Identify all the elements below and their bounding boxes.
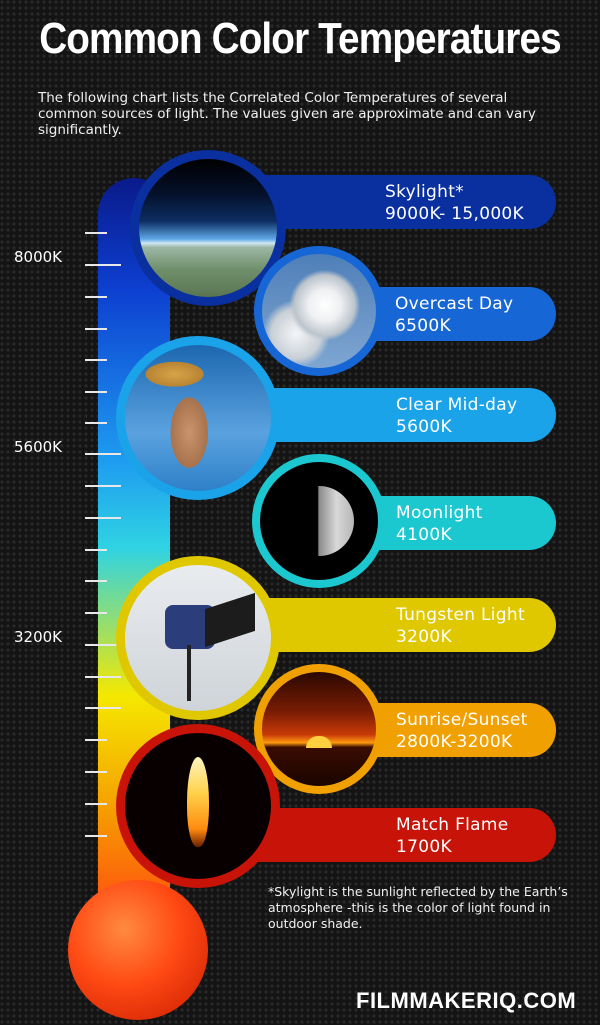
band-value: 1700K: [396, 837, 452, 857]
footnote: *Skylight is the sunlight reflected by t…: [268, 884, 568, 931]
scale-tick: [85, 771, 107, 773]
brand-logo: FILMMAKERIQ.COM: [356, 988, 577, 1013]
band-name: Match Flame: [396, 815, 509, 835]
scale-tick: [85, 549, 107, 551]
scale-label-8000k: 8000K: [14, 248, 63, 266]
scale-tick: [85, 676, 121, 678]
scale-tick: [85, 391, 107, 393]
clouds-photo-icon: [254, 246, 384, 376]
scale-tick: [85, 359, 107, 361]
band-value: 4100K: [396, 525, 452, 545]
scale-tick: [85, 739, 107, 741]
scale-tick: [85, 296, 107, 298]
band-name: Skylight*: [385, 182, 464, 202]
half-moon-photo-icon: [252, 454, 386, 588]
scale-tick: [85, 517, 121, 519]
scale-tick: [85, 707, 121, 709]
intro-text: The following chart lists the Correlated…: [38, 90, 536, 138]
scale-tick: [85, 803, 107, 805]
scale-tick: [85, 422, 107, 424]
band-name: Moonlight: [396, 503, 483, 523]
band-name: Clear Mid-day: [396, 395, 518, 415]
scale-tick: [85, 485, 121, 487]
scale-tick: [85, 580, 107, 582]
band-value: 3200K: [396, 627, 452, 647]
scale-tick: [85, 612, 107, 614]
scale-label-3200k: 3200K: [14, 628, 63, 646]
band-value: 2800K-3200K: [396, 732, 513, 752]
band-value: 9000K- 15,000K: [385, 204, 524, 224]
scale-tick: [85, 232, 107, 234]
band-name: Sunrise/Sunset: [396, 710, 528, 730]
scale-label-5600k: 5600K: [14, 438, 63, 456]
scale-tick: [85, 453, 121, 455]
candle-flame-photo-icon: [116, 724, 280, 888]
band-value: 6500K: [395, 316, 451, 336]
thermometer-bulb: [68, 880, 208, 1020]
sunhat-woman-photo-icon: [116, 336, 280, 500]
scale-tick: [85, 328, 107, 330]
scale-tick: [85, 264, 121, 266]
band-name: Overcast Day: [395, 294, 514, 314]
studio-light-photo-icon: [116, 556, 280, 720]
page-title: Common Color Temperatures: [39, 14, 561, 63]
scale-tick: [85, 835, 107, 837]
band-name: Tungsten Light: [396, 605, 525, 625]
band-value: 5600K: [396, 417, 452, 437]
